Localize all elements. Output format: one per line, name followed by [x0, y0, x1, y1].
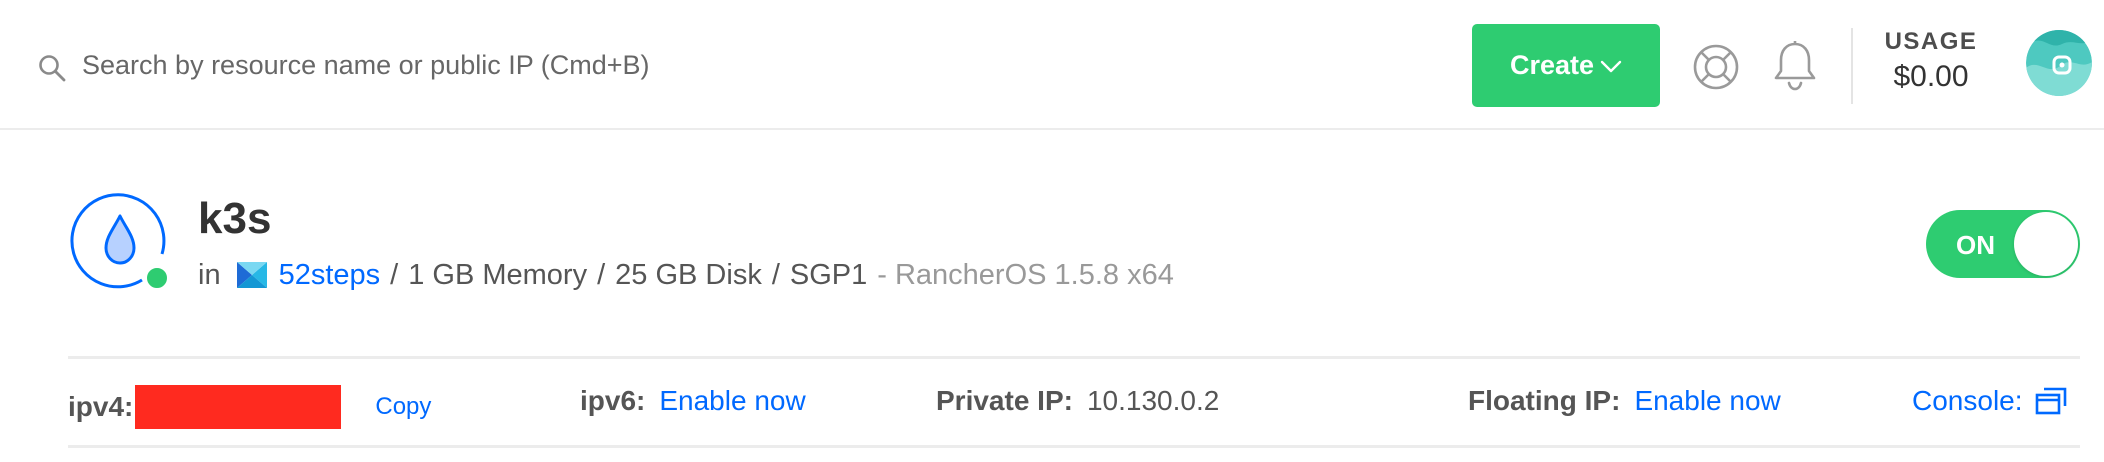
enable-ipv6-link[interactable]: Enable now	[659, 385, 805, 417]
private-ip-field: Private IP: 10.130.0.2	[936, 385, 1219, 417]
ipv4-redacted-value	[135, 385, 342, 429]
toggle-knob	[2014, 212, 2078, 276]
private-ip-value: 10.130.0.2	[1086, 385, 1220, 416]
project-icon	[236, 262, 267, 288]
power-toggle-label: ON	[1956, 230, 1995, 260]
droplet-os: - RancherOS 1.5.8 x64	[877, 258, 1174, 291]
chevron-down-icon	[1600, 60, 1622, 72]
floating-ip-label: Floating IP:	[1468, 385, 1621, 416]
droplet-meta: in 52steps / 1 GB Memory / 25 GB Disk / …	[198, 258, 1174, 292]
ipv4-field: ipv4: Copy	[68, 385, 431, 429]
search-icon	[39, 55, 66, 82]
status-indicator	[144, 265, 170, 291]
top-header: Create USAGE $0.00	[0, 0, 2104, 130]
copy-ipv4-button[interactable]: Copy	[375, 393, 431, 421]
droplet-memory: 1 GB Memory	[408, 258, 588, 291]
avatar[interactable]	[2026, 30, 2092, 96]
page-title: k3s	[198, 194, 272, 243]
external-window-icon	[2035, 387, 2066, 415]
lifebuoy-icon[interactable]	[1692, 43, 1740, 91]
console-link[interactable]: Console:	[1912, 385, 2067, 417]
header-divider	[1851, 28, 1853, 104]
network-info-bar: ipv4: Copy ipv6: Enable now Private IP: …	[68, 356, 2080, 448]
bell-icon[interactable]	[1772, 40, 1818, 92]
ipv6-field: ipv6: Enable now	[580, 385, 806, 417]
ipv4-label: ipv4:	[68, 391, 134, 422]
usage-label: USAGE	[1884, 28, 1978, 55]
enable-floating-ip-link[interactable]: Enable now	[1634, 385, 1780, 417]
console-label: Console:	[1912, 385, 2023, 416]
power-toggle[interactable]: ON	[1926, 210, 2080, 278]
private-ip-label: Private IP:	[936, 385, 1073, 416]
in-label: in	[198, 258, 221, 291]
droplet-disk: 25 GB Disk	[615, 258, 762, 291]
ipv6-label: ipv6:	[580, 385, 646, 416]
create-button[interactable]: Create	[1472, 24, 1660, 107]
droplet-region: SGP1	[789, 258, 868, 291]
search-input[interactable]	[82, 40, 1382, 90]
create-button-label: Create	[1509, 50, 1595, 80]
usage-value: $0.00	[1893, 60, 1969, 93]
floating-ip-field: Floating IP: Enable now	[1468, 385, 1781, 417]
project-link[interactable]: 52steps	[279, 259, 381, 292]
usage-summary[interactable]: USAGE $0.00	[1870, 28, 1992, 94]
